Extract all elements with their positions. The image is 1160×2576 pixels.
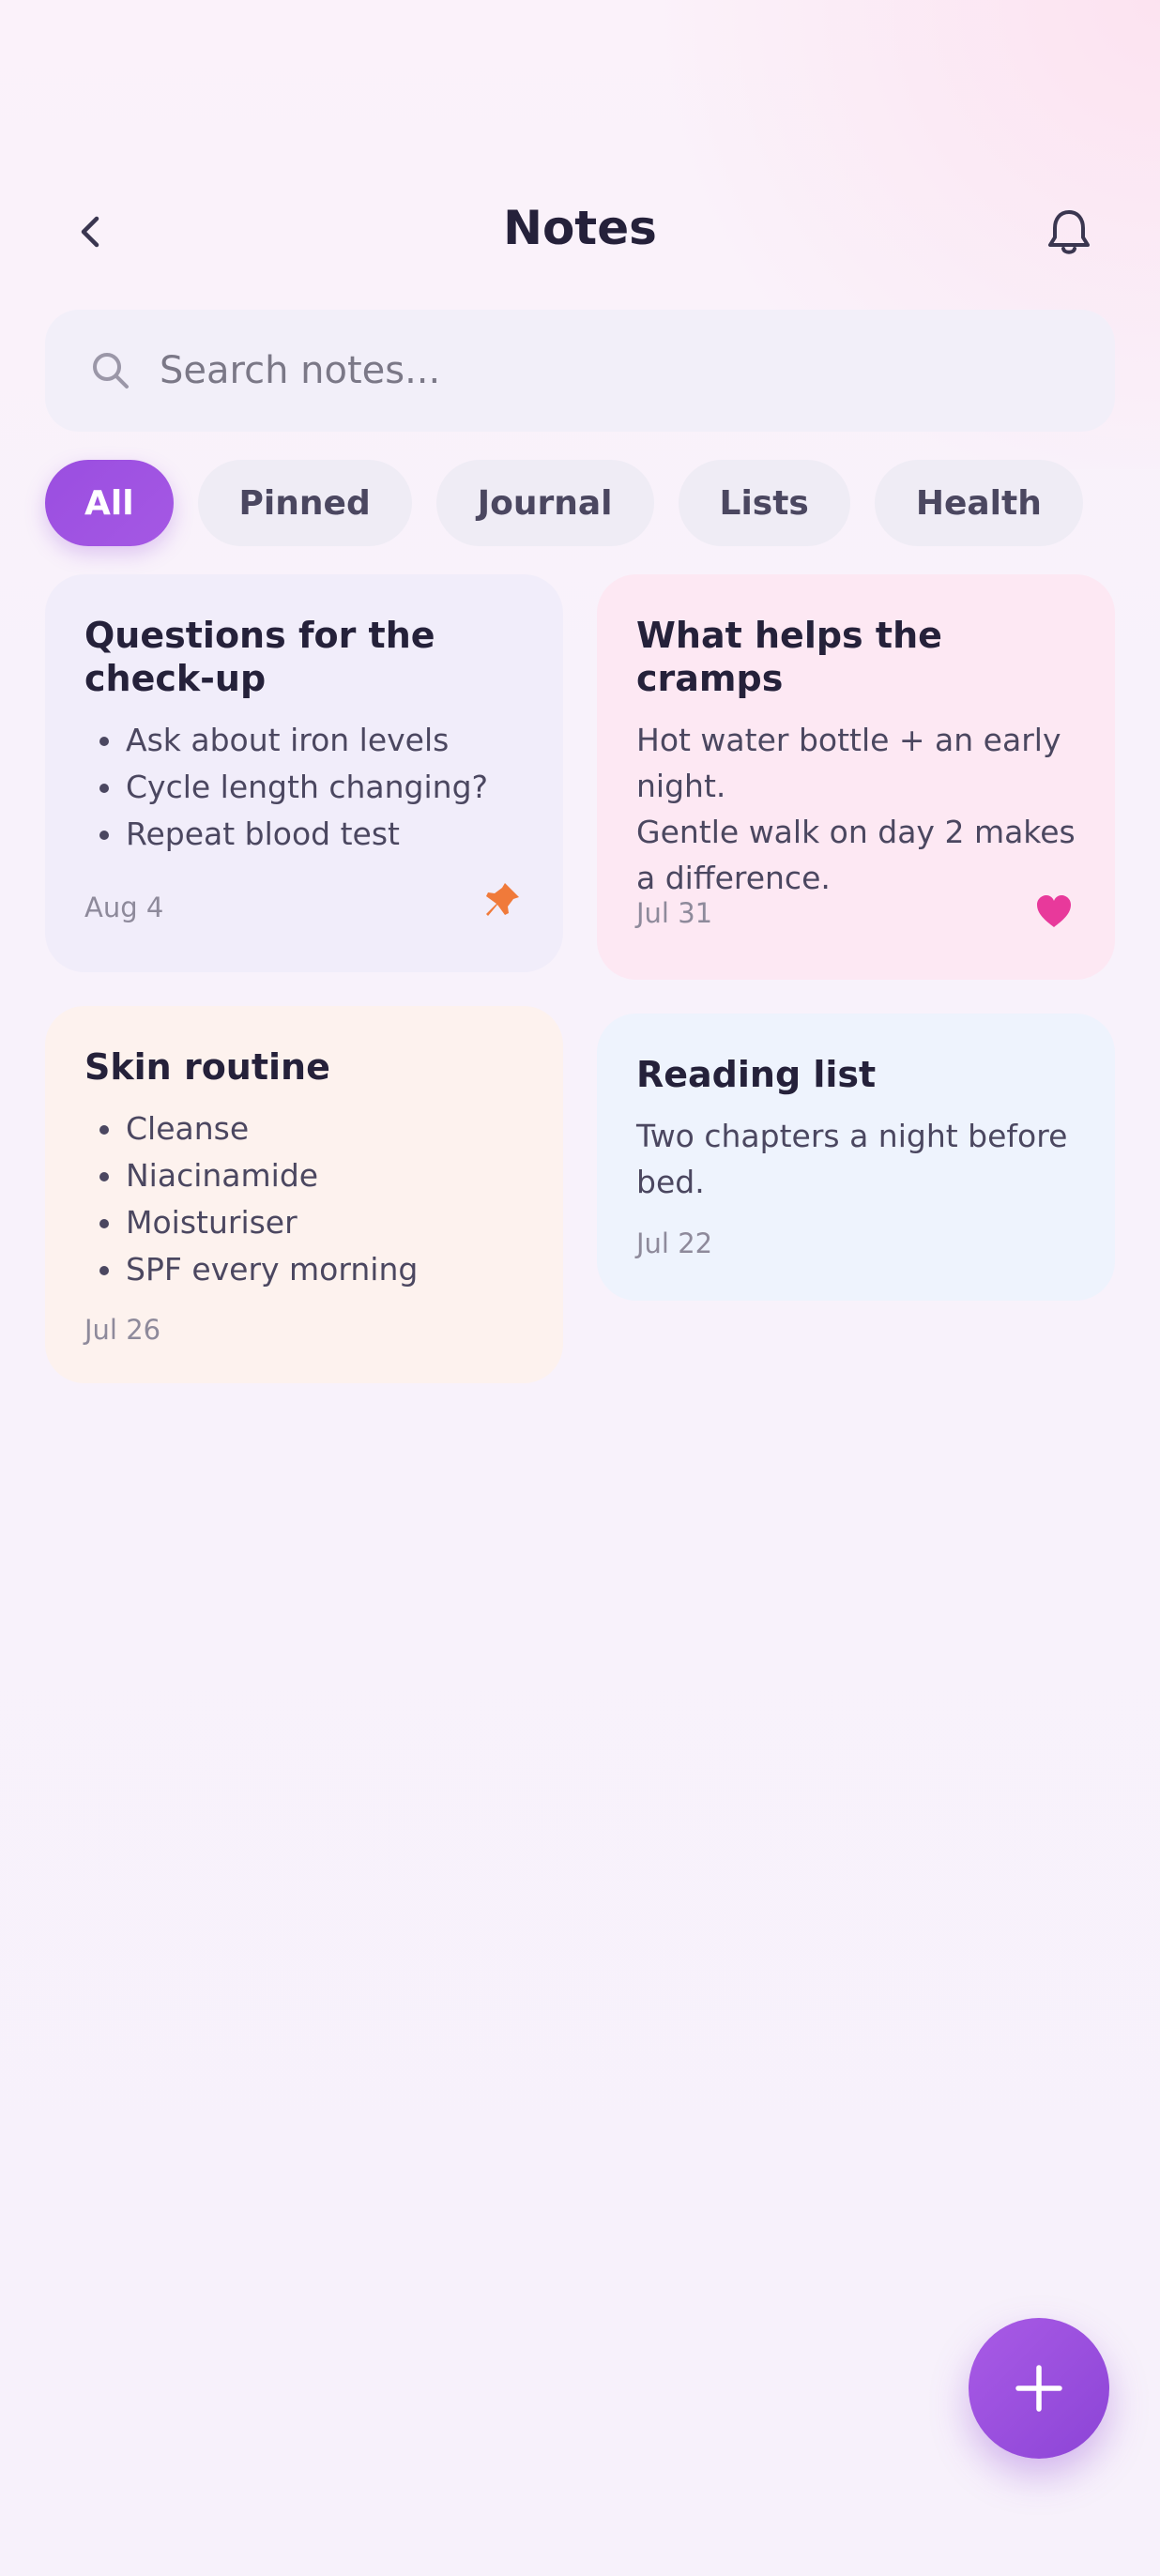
- note-title: Skin routine: [84, 1046, 330, 1088]
- filter-chip-health[interactable]: Health: [874, 460, 1083, 546]
- note-date: Jul 31: [636, 897, 713, 929]
- note-text-line: Hot water bottle + an early night.: [636, 722, 1061, 804]
- list-item: Cycle length changing?: [84, 764, 524, 811]
- note-card[interactable]: Questions for the check-up Ask about iro…: [45, 574, 563, 972]
- app-header: Notes: [0, 178, 1160, 282]
- note-title: Questions for the check-up: [84, 615, 435, 699]
- list-item: SPF every morning: [84, 1246, 524, 1293]
- note-text-line: Gentle walk on day 2 makes a difference.: [636, 814, 1076, 896]
- search-icon: [93, 353, 129, 389]
- list-item: Repeat blood test: [84, 811, 524, 858]
- note-title: Reading list: [636, 1054, 877, 1095]
- heart-icon: [1037, 895, 1071, 927]
- note-checklist: Ask about iron levels Cycle length chang…: [84, 717, 524, 858]
- list-item: Moisturiser: [84, 1199, 524, 1246]
- add-note-button[interactable]: [969, 2318, 1109, 2459]
- note-card[interactable]: Reading list Two chapters a night before…: [597, 1014, 1115, 1301]
- filter-chip-journal[interactable]: Journal: [435, 460, 654, 546]
- list-item: Niacinamide: [84, 1152, 524, 1199]
- note-card[interactable]: What helps the cramps Hot water bottle +…: [597, 574, 1115, 980]
- filter-chip-lists[interactable]: Lists: [678, 460, 850, 546]
- bell-icon: [1048, 210, 1090, 254]
- list-item: Ask about iron levels: [84, 717, 524, 764]
- filter-chip-pinned[interactable]: Pinned: [197, 460, 412, 546]
- plus-icon: [1015, 2365, 1062, 2412]
- filter-chips: All Pinned Journal Lists Health: [45, 460, 1083, 546]
- list-item: Cleanse: [84, 1105, 524, 1152]
- note-text-line: Two chapters a night before bed.: [636, 1118, 1068, 1200]
- filter-chip-all[interactable]: All: [45, 460, 174, 546]
- note-card[interactable]: Skin routine Cleanse Niacinamide Moistur…: [45, 1006, 563, 1383]
- page-title: Notes: [503, 201, 657, 255]
- search-input[interactable]: [160, 333, 1079, 408]
- note-title: What helps the cramps: [636, 615, 942, 699]
- search-bar: [45, 310, 1115, 432]
- pin-icon: [486, 883, 519, 916]
- note-date: Jul 26: [84, 1314, 161, 1346]
- note-checklist: Cleanse Niacinamide Moisturiser SPF ever…: [84, 1105, 524, 1293]
- notifications-button[interactable]: [1036, 199, 1102, 265]
- note-date: Aug 4: [84, 892, 164, 923]
- note-date: Jul 22: [636, 1227, 713, 1259]
